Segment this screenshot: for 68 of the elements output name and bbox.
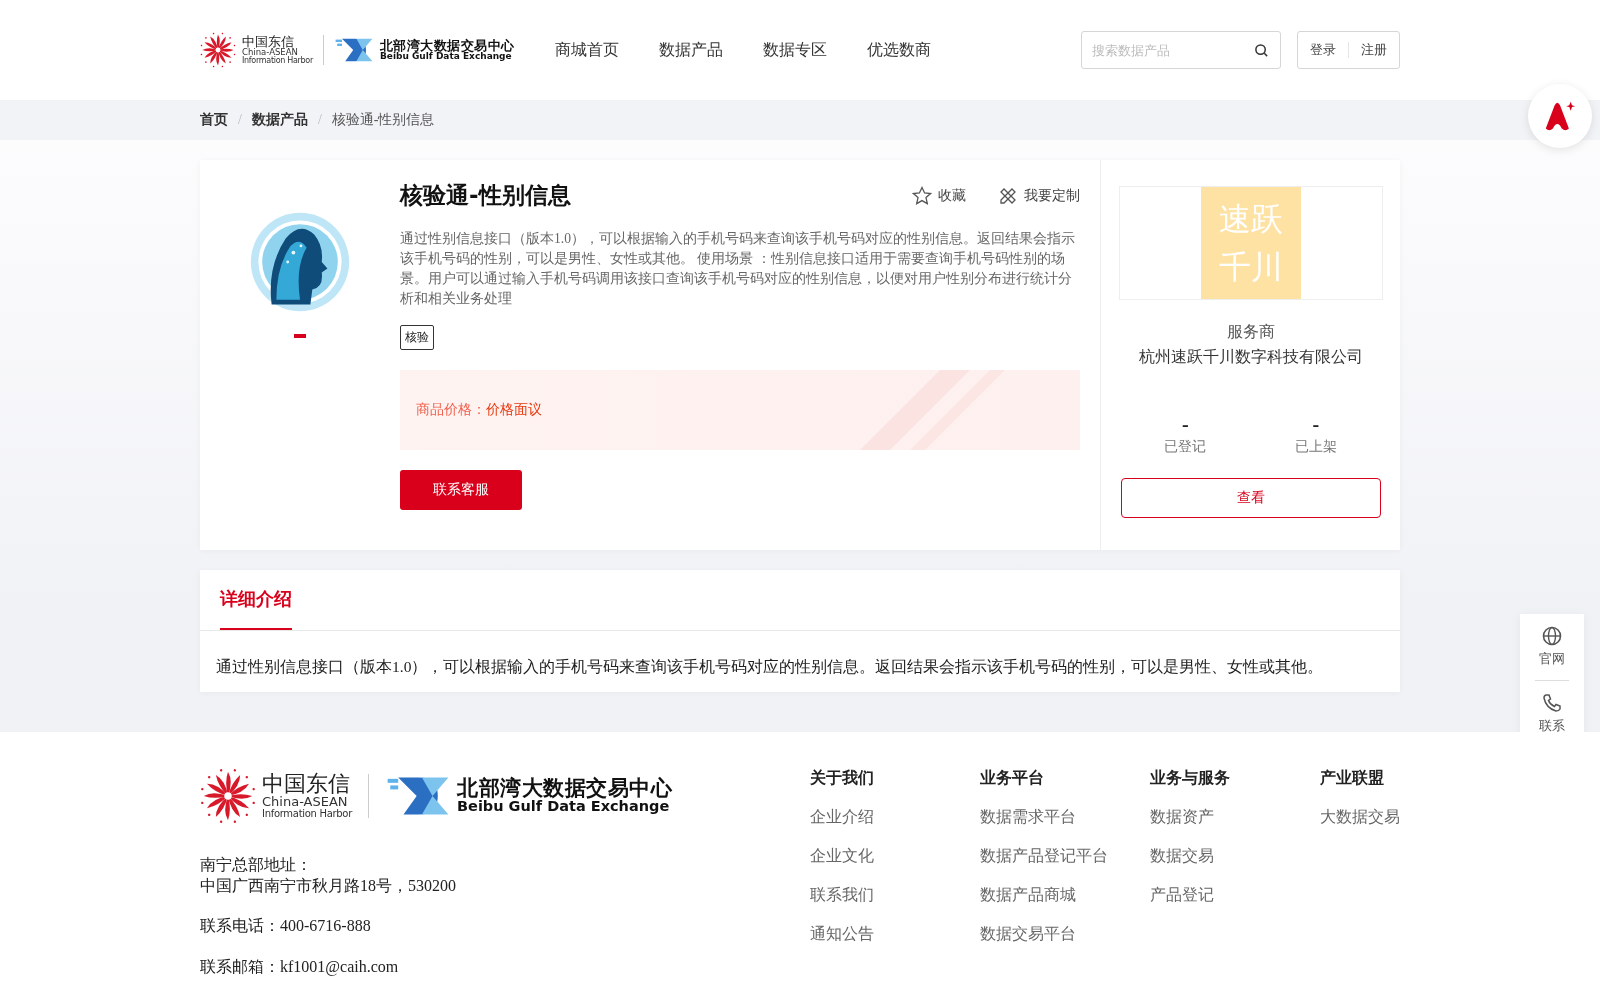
- phone-text: 联系电话：400-6716-888: [200, 916, 372, 936]
- nav-link[interactable]: 优选数商: [866, 39, 931, 61]
- globe-icon: [1542, 626, 1562, 646]
- price-label: 商品价格：价格面议: [416, 401, 542, 419]
- footer-link[interactable]: 数据资产: [1150, 807, 1320, 828]
- exchange-title: 北部湾大数据交易中心: [379, 38, 515, 52]
- footer-link[interactable]: 数据需求平台: [980, 807, 1150, 828]
- phone-icon: [1542, 693, 1562, 713]
- footer-column-title: 产业联盟: [1320, 768, 1385, 789]
- logo-subtitle: China-ASEAN: [242, 48, 298, 58]
- provider-logo-text: 速跃: [1218, 199, 1283, 240]
- footer-column-title: 关于我们: [810, 768, 875, 789]
- footer-link[interactable]: 企业介绍: [810, 807, 980, 828]
- footer-link[interactable]: 企业文化: [810, 846, 980, 867]
- breadcrumb-link[interactable]: 数据产品: [251, 111, 308, 129]
- provider-name: 杭州速跃千川数字科技有限公司: [1138, 347, 1363, 367]
- provider-logo-text: 千川: [1218, 247, 1283, 288]
- footer-column-title: 业务平台: [980, 768, 1045, 789]
- stat-label: 已上架: [1294, 438, 1337, 456]
- logo-caption: Information Harbor: [242, 57, 313, 66]
- tag: 核验: [400, 325, 434, 350]
- breadcrumb-separator: /: [238, 112, 242, 128]
- auth-link[interactable]: 登录: [1310, 41, 1336, 59]
- search-icon[interactable]: [1254, 43, 1269, 58]
- footer-link[interactable]: 产品登记: [1150, 885, 1320, 906]
- product-description: 通过性别信息接口（版本1.0），可以根据输入的手机号码来查询该手机号码对应的性别信息。返回结果会指示该手机号码的性别，可以是男性、女性或其他。 使用场景 ：性别信息接口适用于需要查询手机号码性别的场景。用户可以通过输入手机号码调用该接口查询该手机号码对应的性别信息，以便对用户性别分布进行统计分析和相关业务处理: [400, 230, 1076, 308]
- address-label: 南宁总部地址：: [200, 855, 313, 875]
- footer-link[interactable]: 大数据交易: [1320, 807, 1400, 828]
- footer-column-title: 业务与服务: [1150, 768, 1231, 789]
- star-icon: [912, 185, 932, 206]
- address-text: 中国广西南宁市秋月路18号，530200: [200, 876, 457, 896]
- details-tab[interactable]: 详细介绍: [220, 570, 292, 630]
- contact-service-button[interactable]: 联系客服: [400, 470, 522, 510]
- breadcrumb-current: 核验通-性别信息: [331, 111, 435, 129]
- nav-link[interactable]: 数据专区: [762, 39, 827, 61]
- logo-subtitle: China-ASEAN: [262, 795, 348, 810]
- action-link[interactable]: 我要定制: [998, 185, 1080, 206]
- logo-title: 中国东信: [262, 772, 351, 796]
- footer-link[interactable]: 通知公告: [810, 924, 980, 945]
- nav-link[interactable]: 数据产品: [658, 39, 723, 61]
- flower-logo-icon: [200, 32, 236, 68]
- exchange-subtitle: Beibu Gulf Data Exchange: [457, 799, 671, 815]
- search-field[interactable]: 搜索数据产品: [1081, 31, 1281, 69]
- nav-link[interactable]: 商城首页: [554, 39, 619, 61]
- breadcrumb-separator: /: [317, 112, 322, 128]
- product-title: 核验通-性别信息: [400, 181, 571, 210]
- exchange-subtitle: Beibu Gulf Data Exchange: [379, 51, 512, 62]
- breadcrumb-link[interactable]: 首页: [200, 111, 228, 129]
- email-text: 联系邮箱：kf1001@caih.com: [200, 957, 400, 978]
- exchange-title: 北部湾大数据交易中心: [457, 777, 672, 800]
- side-tool-button[interactable]: 官网: [1539, 626, 1565, 668]
- view-button[interactable]: 查看: [1120, 478, 1381, 518]
- provider-role: 服务商: [1226, 322, 1275, 342]
- footer-link[interactable]: 联系我们: [810, 885, 980, 906]
- auth-link[interactable]: 注册: [1361, 41, 1387, 59]
- stat-label: 已登记: [1164, 438, 1207, 456]
- flower-logo-icon: [200, 768, 256, 824]
- action-link[interactable]: 收藏: [912, 185, 966, 206]
- side-tool-button[interactable]: 联系: [1539, 693, 1565, 735]
- footer-link[interactable]: 数据交易: [1150, 846, 1320, 867]
- details-text: 通过性别信息接口（版本1.0），可以根据输入的手机号码来查询该手机号码对应的性别信息。返回结果会指示该手机号码的性别，可以是男性、女性或其他。: [216, 657, 1325, 677]
- stat-value: -: [1312, 414, 1320, 434]
- logo-title: 中国东信: [242, 34, 294, 49]
- stat-value: -: [1181, 414, 1189, 434]
- footer-link[interactable]: 数据产品商城: [980, 885, 1150, 906]
- logo-caption: Information Harbor: [262, 809, 352, 820]
- footer-link[interactable]: 数据交易平台: [980, 924, 1150, 945]
- footer-link[interactable]: 数据产品登记平台: [980, 846, 1150, 867]
